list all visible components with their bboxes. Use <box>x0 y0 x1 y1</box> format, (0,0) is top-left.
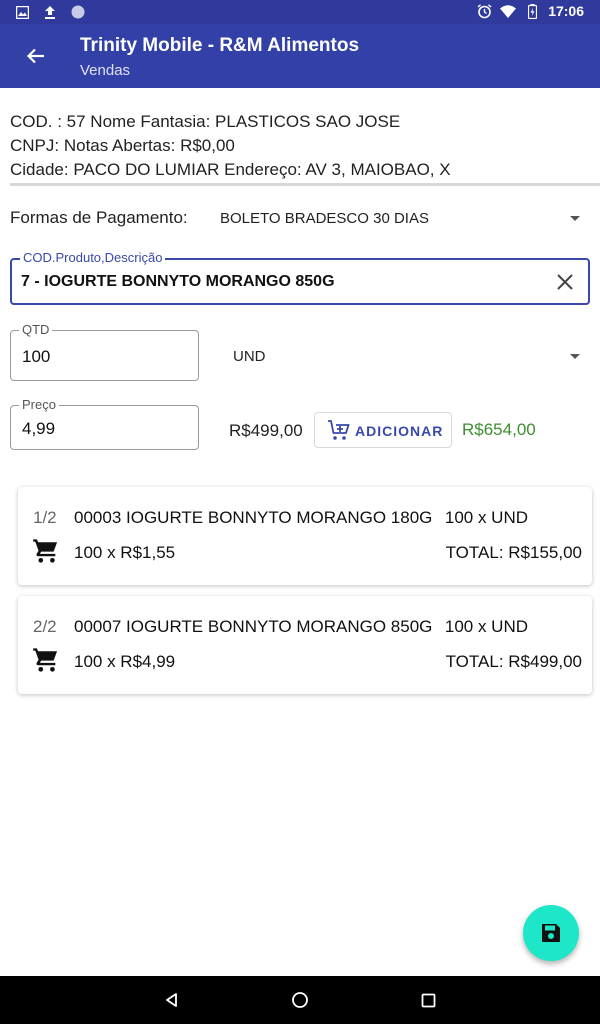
client-code-name: COD. : 57 Nome Fantasia: PLASTICOS SAO J… <box>10 112 401 131</box>
sync-notification-icon <box>70 4 86 20</box>
nav-back-button[interactable] <box>160 988 184 1012</box>
unit-select-value: UND <box>233 348 266 365</box>
price-field-label: Preço <box>19 397 59 413</box>
item-total: TOTAL: R$499,00 <box>445 652 582 671</box>
image-notification-icon <box>14 4 30 20</box>
item-qty-unit: 100 x UND <box>444 508 528 527</box>
status-bar: 17:06 <box>0 0 600 24</box>
client-cnpj-notes: CNPJ: Notas Abertas: R$0,00 <box>10 136 235 155</box>
quantity-field-value: 100 <box>22 347 51 366</box>
status-bar-left-icons <box>14 4 86 20</box>
save-icon <box>542 924 560 942</box>
add-item-button[interactable]: ADICIONAR <box>314 412 452 448</box>
order-total: R$654,00 <box>462 420 536 439</box>
save-order-button[interactable] <box>523 905 579 961</box>
alarm-icon <box>476 3 492 19</box>
cart-icon <box>32 537 60 565</box>
circle-home-icon <box>292 992 308 1008</box>
system-nav-bar <box>0 976 600 1024</box>
battery-charging-icon <box>524 3 540 19</box>
app-subtitle: Vendas <box>80 62 131 79</box>
back-button[interactable] <box>20 40 52 72</box>
quantity-field-label: QTD <box>19 322 53 338</box>
add-item-label: ADICIONAR <box>355 423 444 439</box>
client-city-address: Cidade: PACO DO LUMIAR Endereço: AV 3, M… <box>10 160 451 179</box>
payment-method-select[interactable]: BOLETO BRADESCO 30 DIAS <box>220 205 590 233</box>
status-time: 17:06 <box>548 3 584 19</box>
square-recents-icon <box>421 993 435 1007</box>
app-title: Trinity Mobile - R&M Alimentos <box>80 35 360 56</box>
item-index: 1/2 <box>33 508 57 527</box>
order-item-card[interactable]: 2/2 00007 IOGURTE BONNYTO MORANGO 850G 1… <box>18 596 592 694</box>
client-info: COD. : 57 Nome Fantasia: PLASTICOS SAO J… <box>10 110 590 182</box>
nav-recents-button[interactable] <box>416 988 440 1012</box>
item-qty-price: 100 x R$4,99 <box>74 652 176 671</box>
nav-home-button[interactable] <box>288 988 312 1012</box>
item-index: 2/2 <box>33 617 57 636</box>
section-divider <box>10 183 600 186</box>
item-name: 00003 IOGURTE BONNYTO MORANGO 180G <box>74 508 433 527</box>
app-bar: Trinity Mobile - R&M Alimentos Vendas <box>0 24 600 88</box>
price-field-value: 4,99 <box>22 419 56 438</box>
product-field-value: 7 - IOGURTE BONNYTO MORANGO 850G <box>21 273 335 290</box>
payment-label: Formas de Pagamento: <box>10 208 188 227</box>
status-bar-right: 17:06 <box>476 3 584 19</box>
item-subtotal: R$499,00 <box>229 421 303 440</box>
item-name: 00007 IOGURTE BONNYTO MORANGO 850G <box>74 617 433 636</box>
clear-product-button[interactable] <box>554 271 576 293</box>
product-field-label: COD.Produto,Descrição <box>20 250 166 266</box>
item-qty-price: 100 x R$1,55 <box>74 543 176 562</box>
triangle-back-icon <box>166 993 177 1007</box>
upload-notification-icon <box>42 4 58 20</box>
arrow-left-icon <box>26 48 44 64</box>
order-item-card[interactable]: 1/2 00003 IOGURTE BONNYTO MORANGO 180G 1… <box>18 487 592 585</box>
chevron-down-icon <box>570 354 580 359</box>
close-icon <box>557 274 573 290</box>
unit-select[interactable]: UND <box>233 340 590 372</box>
chevron-down-icon <box>570 216 580 221</box>
product-search-input[interactable]: COD.Produto,Descrição 7 - IOGURTE BONNYT… <box>10 250 590 305</box>
item-qty-unit: 100 x UND <box>444 617 528 636</box>
quantity-input[interactable]: QTD 100 <box>10 322 199 381</box>
payment-method-value: BOLETO BRADESCO 30 DIAS <box>220 210 429 227</box>
cart-icon <box>32 646 60 674</box>
price-input[interactable]: Preço 4,99 <box>10 397 199 450</box>
wifi-icon <box>500 3 517 19</box>
item-total: TOTAL: R$155,00 <box>445 543 582 562</box>
cart-plus-icon <box>327 419 351 443</box>
